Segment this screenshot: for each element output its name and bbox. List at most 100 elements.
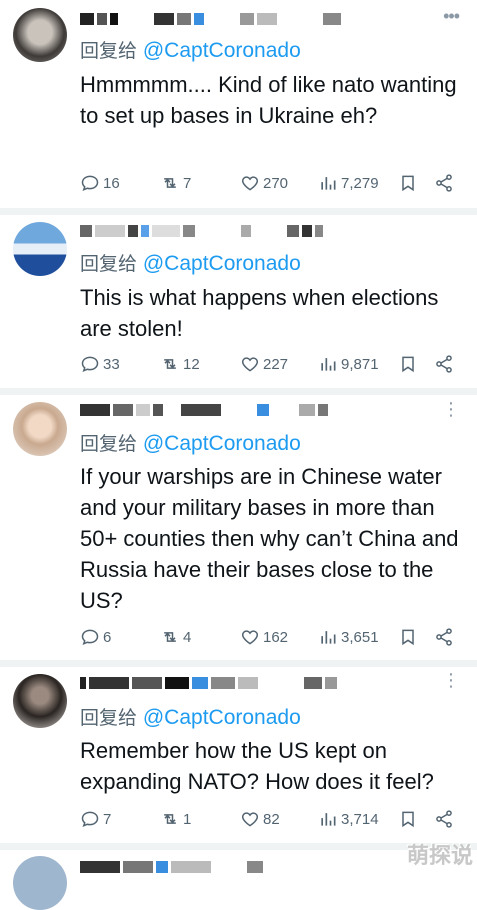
views-count: 9,871	[341, 355, 379, 373]
avatar[interactable]	[13, 222, 67, 276]
reply-to-line: 回复给 @CaptCoronado	[80, 703, 301, 730]
tweet-actions: 16 7 270 7,279	[80, 171, 460, 195]
like-count: 227	[263, 355, 289, 373]
reply-handle-link[interactable]: @CaptCoronado	[143, 39, 301, 62]
reply-prefix: 回复给	[80, 40, 138, 62]
retweet-button[interactable]: 4	[160, 625, 191, 649]
reply-handle-link[interactable]: @CaptCoronado	[143, 252, 301, 275]
reply-to-line: 回复给 @CaptCoronado	[80, 36, 301, 63]
bookmark-button[interactable]	[398, 352, 418, 376]
like-icon	[241, 357, 259, 372]
views-icon	[321, 813, 336, 826]
reply-handle-link[interactable]: @CaptCoronado	[143, 432, 301, 455]
retweet-icon	[164, 814, 176, 824]
avatar[interactable]	[13, 856, 67, 910]
reply-count: 16	[103, 174, 120, 192]
like-button[interactable]: 227	[240, 352, 288, 376]
views-count: 7,279	[341, 174, 379, 192]
share-icon	[436, 355, 452, 373]
bookmark-button[interactable]	[398, 625, 418, 649]
like-count: 82	[263, 810, 280, 828]
like-button[interactable]: 82	[240, 807, 280, 831]
tweet-actions: 6 4 162 3,651	[80, 625, 460, 649]
share-icon	[436, 628, 452, 646]
retweet-count: 12	[183, 355, 200, 373]
tweet-divider	[0, 388, 477, 395]
share-button[interactable]	[434, 625, 454, 649]
reply-icon	[81, 175, 99, 191]
retweet-count: 7	[183, 174, 192, 192]
user-name-blurred[interactable]	[80, 399, 410, 421]
views-icon	[321, 177, 336, 190]
retweet-button[interactable]: 7	[160, 171, 191, 195]
bookmark-icon	[402, 356, 414, 373]
avatar[interactable]	[13, 8, 67, 62]
retweet-button[interactable]: 1	[160, 807, 191, 831]
tweet-divider	[0, 208, 477, 215]
share-button[interactable]	[434, 352, 454, 376]
retweet-icon	[164, 359, 176, 369]
bookmark-icon	[402, 811, 414, 828]
user-name-blurred[interactable]	[80, 8, 410, 30]
tweet-actions: 33 12 227 9,871	[80, 352, 460, 376]
retweet-button[interactable]: 12	[160, 352, 200, 376]
reply-count: 7	[103, 810, 112, 828]
like-count: 162	[263, 628, 289, 646]
share-icon	[436, 174, 452, 192]
watermark: 萌探说	[406, 844, 473, 869]
more-icon[interactable]: •••	[443, 6, 460, 27]
user-name-blurred[interactable]	[80, 672, 410, 694]
user-name-blurred[interactable]	[80, 220, 410, 242]
views-button[interactable]: 9,871	[318, 352, 379, 376]
bookmark-button[interactable]	[398, 807, 418, 831]
views-button[interactable]: 3,651	[318, 625, 379, 649]
reply-handle-link[interactable]: @CaptCoronado	[143, 706, 301, 729]
views-icon	[321, 358, 336, 371]
views-icon	[321, 631, 336, 644]
tweet-divider	[0, 843, 477, 850]
views-count: 3,714	[341, 810, 379, 828]
views-button[interactable]: 7,279	[318, 171, 379, 195]
avatar[interactable]	[13, 674, 67, 728]
share-button[interactable]	[434, 171, 454, 195]
share-button[interactable]	[434, 807, 454, 831]
like-icon	[241, 812, 259, 827]
reply-button[interactable]: 7	[80, 807, 111, 831]
like-icon	[241, 630, 259, 645]
retweet-count: 4	[183, 628, 192, 646]
bookmark-button[interactable]	[398, 171, 418, 195]
share-icon	[436, 810, 452, 828]
tweet-text: Remember how the US kept on expanding NA…	[80, 738, 434, 794]
tweet-text: Hmmmmm.... Kind of like nato wanting to …	[80, 72, 457, 128]
bookmark-icon	[402, 175, 414, 192]
like-icon	[241, 176, 259, 191]
like-count: 270	[263, 174, 289, 192]
tweet-text: If your warships are in Chinese water an…	[80, 464, 459, 613]
reply-prefix: 回复给	[80, 707, 138, 729]
more-icon[interactable]: ⋮	[442, 670, 460, 691]
retweet-count: 1	[183, 810, 192, 828]
tweet-text: This is what happens when elections are …	[80, 285, 439, 341]
reply-prefix: 回复给	[80, 253, 138, 275]
reply-to-line: 回复给 @CaptCoronado	[80, 429, 301, 456]
user-name-blurred[interactable]	[80, 856, 410, 878]
reply-icon	[81, 811, 99, 827]
like-button[interactable]: 162	[240, 625, 288, 649]
reply-count: 6	[103, 628, 112, 646]
reply-button[interactable]: 16	[80, 171, 120, 195]
views-count: 3,651	[341, 628, 379, 646]
tweet-divider	[0, 660, 477, 667]
avatar[interactable]	[13, 402, 67, 456]
bookmark-icon	[402, 629, 414, 646]
reply-button[interactable]: 6	[80, 625, 111, 649]
reply-button[interactable]: 33	[80, 352, 120, 376]
views-button[interactable]: 3,714	[318, 807, 379, 831]
like-button[interactable]: 270	[240, 171, 288, 195]
reply-prefix: 回复给	[80, 433, 138, 455]
reply-count: 33	[103, 355, 120, 373]
more-icon[interactable]: ⋮	[442, 399, 460, 420]
reply-icon	[81, 356, 99, 372]
reply-to-line: 回复给 @CaptCoronado	[80, 249, 301, 276]
retweet-icon	[164, 178, 176, 188]
retweet-icon	[164, 632, 176, 642]
